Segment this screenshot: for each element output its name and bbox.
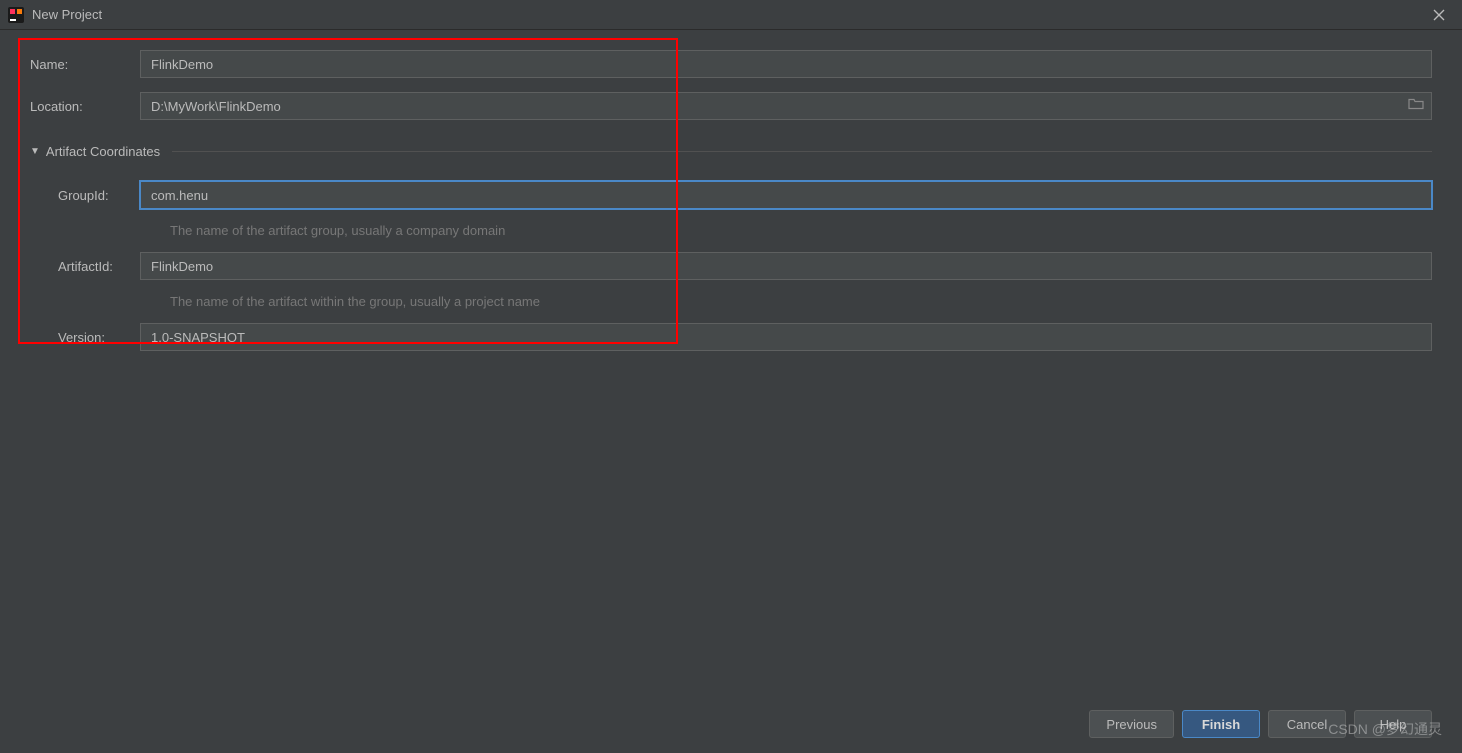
name-input[interactable] (140, 50, 1432, 78)
finish-button[interactable]: Finish (1182, 710, 1260, 738)
app-icon (8, 7, 24, 23)
section-title: Artifact Coordinates (46, 144, 160, 159)
location-input[interactable] (140, 92, 1432, 120)
name-label: Name: (30, 57, 140, 72)
groupid-label: GroupId: (30, 188, 140, 203)
groupid-hint: The name of the artifact group, usually … (170, 223, 1432, 238)
groupid-row: GroupId: (30, 181, 1432, 209)
location-label: Location: (30, 99, 140, 114)
artifactid-label: ArtifactId: (30, 259, 140, 274)
divider (172, 151, 1432, 152)
groupid-input[interactable] (140, 181, 1432, 209)
artifactid-row: ArtifactId: (30, 252, 1432, 280)
browse-folder-icon[interactable] (1408, 97, 1424, 116)
artifactid-input[interactable] (140, 252, 1432, 280)
version-label: Version: (30, 330, 140, 345)
previous-button[interactable]: Previous (1089, 710, 1174, 738)
window-title: New Project (32, 7, 1424, 22)
cancel-button[interactable]: Cancel (1268, 710, 1346, 738)
name-row: Name: (30, 50, 1432, 78)
artifact-coordinates-header[interactable]: ▼ Artifact Coordinates (30, 144, 1432, 159)
help-button[interactable]: Help (1354, 710, 1432, 738)
version-row: Version: (30, 323, 1432, 351)
close-icon[interactable] (1424, 0, 1454, 30)
artifactid-hint: The name of the artifact within the grou… (170, 294, 1432, 309)
button-bar: Previous Finish Cancel Help (1089, 710, 1432, 738)
location-row: Location: (30, 92, 1432, 120)
content-area: Name: Location: ▼ Artifact Coordinates G… (0, 30, 1462, 351)
chevron-down-icon: ▼ (30, 146, 40, 157)
titlebar: New Project (0, 0, 1462, 30)
version-input[interactable] (140, 323, 1432, 351)
